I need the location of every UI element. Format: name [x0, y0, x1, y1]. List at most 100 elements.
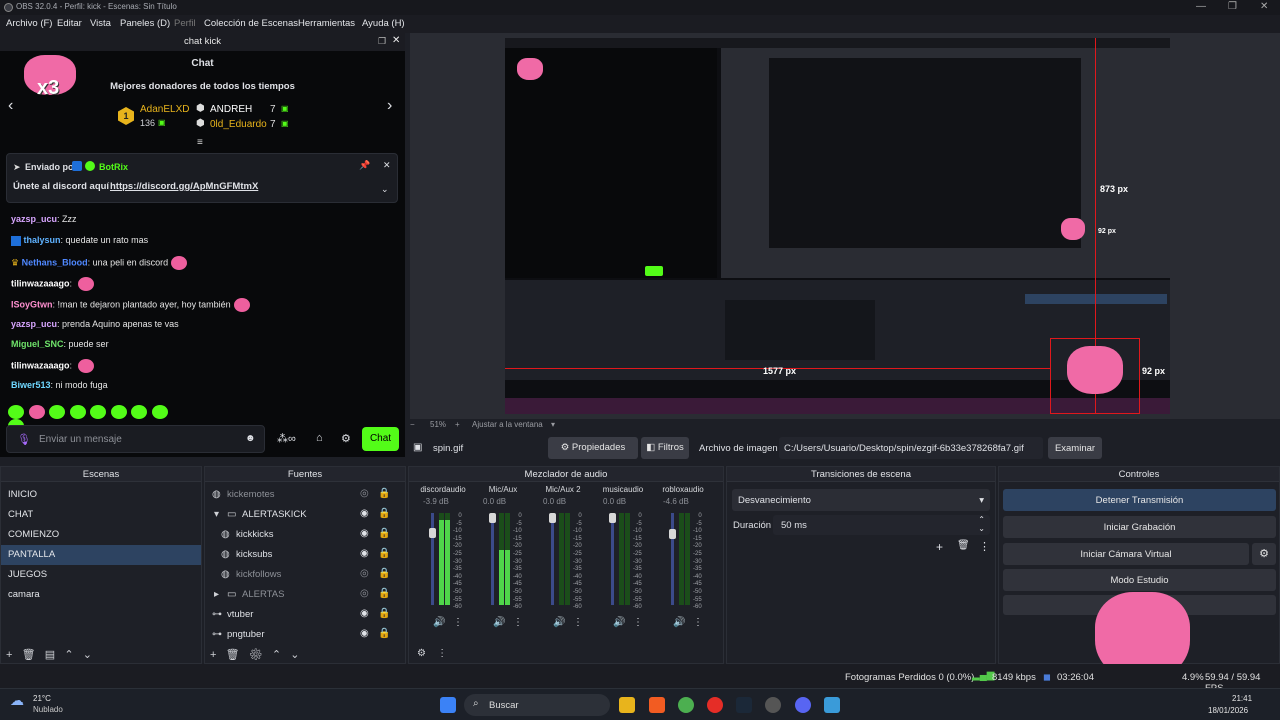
emote-icon[interactable] — [8, 405, 24, 419]
hidden-eye-icon[interactable]: ◎ — [360, 568, 369, 579]
gear-icon[interactable]: ⚙ — [249, 649, 263, 661]
pin-icon[interactable]: 📌 — [359, 160, 370, 171]
more-icon[interactable]: ⋮ — [979, 540, 990, 553]
expand-icon[interactable]: ▸ — [214, 589, 219, 600]
chat-user[interactable]: thalysun — [24, 235, 61, 245]
hidden-eye-icon[interactable]: ◎ — [360, 488, 369, 499]
scene-item-selected[interactable]: PANTALLA — [1, 545, 201, 565]
fader-knob[interactable] — [609, 513, 616, 523]
volume-fader[interactable] — [671, 513, 674, 605]
discord-icon[interactable] — [795, 697, 811, 713]
scene-item[interactable]: camara — [1, 585, 201, 605]
emote-icon[interactable] — [69, 405, 86, 419]
chat-user[interactable]: tilinwazaaago — [11, 278, 70, 288]
menu-tools[interactable]: Herramientas — [298, 18, 355, 29]
obs-icon[interactable] — [765, 697, 781, 713]
source-group[interactable]: ▾ ▭ ALERTASKICK ◉ 🔒 — [205, 505, 405, 525]
lock-icon[interactable]: 🔒 — [378, 488, 390, 499]
eye-icon[interactable]: ◉ — [360, 628, 369, 639]
next-arrow-icon[interactable]: › — [387, 97, 392, 115]
source-item[interactable]: ◍ kickemotes ◎ 🔒 — [205, 485, 405, 505]
brave-icon[interactable] — [649, 697, 665, 713]
add-icon[interactable]: + — [936, 540, 943, 554]
eye-icon[interactable]: ◉ — [360, 528, 369, 539]
scene-item[interactable]: COMIENZO — [1, 525, 201, 545]
source-item[interactable]: ◍ kickfollows ◎ 🔒 — [205, 565, 405, 585]
maximize-icon[interactable]: ❐ — [1228, 1, 1237, 12]
chat-user[interactable]: tilinwazaaago — [11, 360, 70, 370]
properties-button[interactable]: ⚙ Propiedades — [548, 437, 638, 459]
emote-icon[interactable] — [131, 405, 148, 419]
source-item[interactable]: ⊶ pngtuber ◉ 🔒 — [205, 625, 405, 645]
fader-knob[interactable] — [669, 529, 676, 540]
menu-help[interactable]: Ayuda (H) — [362, 18, 405, 29]
move-down-icon[interactable]: ⌄ — [290, 649, 299, 661]
close-pin-icon[interactable]: ✕ — [383, 160, 391, 171]
transition-select[interactable]: Desvanecimiento ▾ — [732, 489, 990, 511]
spinner-icon[interactable]: ⌃ ⌄ — [978, 515, 985, 533]
more-icon[interactable]: ⋮ — [693, 617, 703, 628]
points-icon[interactable]: ⁂∞ — [277, 432, 296, 445]
volume-fader[interactable] — [551, 513, 554, 605]
menu-profile[interactable]: Perfil — [174, 18, 196, 29]
expand-icon[interactable]: ▾ — [214, 509, 219, 520]
zoom-out-icon[interactable]: − — [410, 420, 415, 429]
search-box[interactable]: ⌕ Buscar — [464, 694, 610, 716]
duration-field[interactable]: 50 ms ⌃ ⌄ — [773, 515, 990, 535]
speaker-icon[interactable]: 🔊 — [553, 617, 565, 628]
close-dock-icon[interactable]: ✕ — [392, 35, 400, 46]
more-icon[interactable]: ⋮ — [573, 617, 583, 628]
minimize-icon[interactable]: — — [1196, 1, 1206, 12]
virtual-camera-settings-icon[interactable]: ⚙ — [1252, 543, 1276, 565]
scene-item[interactable]: INICIO — [1, 485, 201, 505]
hidden-eye-icon[interactable]: ◎ — [360, 588, 369, 599]
source-item[interactable]: ◍ kickkicks ◉ 🔒 — [205, 525, 405, 545]
filter-icon[interactable]: ▤ — [45, 649, 55, 661]
chat-send-button[interactable]: Chat — [362, 427, 399, 451]
collapse-icon[interactable]: ≡ — [197, 137, 203, 148]
source-item[interactable]: ◍ kicksubs ◉ 🔒 — [205, 545, 405, 565]
speaker-icon[interactable]: 🔊 — [613, 617, 625, 628]
close-icon[interactable]: ✕ — [1260, 1, 1268, 12]
more-icon[interactable]: ⋮ — [513, 617, 523, 628]
menu-scene-collection[interactable]: Colección de Escenas — [204, 18, 298, 29]
chat-user[interactable]: yazsp_ucu — [11, 214, 57, 224]
gear-icon[interactable]: ⚙ — [341, 432, 351, 445]
gift-icon[interactable]: ⌂ — [316, 432, 323, 444]
start-recording-button[interactable]: Iniciar Grabación — [1003, 516, 1276, 538]
more-icon[interactable]: ⋮ — [453, 617, 463, 628]
fader-knob[interactable] — [429, 527, 436, 538]
more-icon[interactable]: ⋮ — [633, 617, 643, 628]
notepad-icon[interactable] — [824, 697, 840, 713]
menu-docks[interactable]: Paneles (D) — [120, 18, 170, 29]
speaker-icon[interactable]: 🔊 — [673, 617, 685, 628]
file-path-field[interactable]: C:/Users/Usuario/Desktop/spin/ezgif-6b33… — [779, 437, 1043, 459]
pinned-link[interactable]: https://discord.gg/ApMnGFMtmX — [110, 181, 258, 192]
volume-fader[interactable] — [491, 513, 494, 605]
chat-user[interactable]: Nethans_Blood — [22, 257, 88, 267]
mic-icon[interactable]: 🎙 — [17, 433, 31, 446]
add-icon[interactable]: + — [6, 649, 12, 661]
emoji-icon[interactable]: ☻ — [245, 433, 256, 444]
menu-file[interactable]: Archivo (F) — [6, 18, 52, 29]
scene-item[interactable]: CHAT — [1, 505, 201, 525]
lock-icon[interactable]: 🔒 — [378, 568, 390, 579]
speaker-icon[interactable]: 🔊 — [433, 617, 445, 628]
source-group[interactable]: ▸ ▭ ALERTAS ◎ 🔒 — [205, 585, 405, 605]
add-icon[interactable]: + — [210, 649, 216, 661]
chat-user[interactable]: yazsp_ucu — [11, 319, 57, 329]
eye-icon[interactable]: ◉ — [360, 548, 369, 559]
prev-arrow-icon[interactable]: ‹ — [8, 97, 13, 115]
menu-view[interactable]: Vista — [90, 18, 111, 29]
lock-icon[interactable]: 🔒 — [378, 588, 390, 599]
advanced-audio-icon[interactable]: ⚙ — [417, 648, 426, 659]
move-down-icon[interactable]: ⌄ — [83, 649, 92, 661]
lock-icon[interactable]: 🔒 — [378, 608, 390, 619]
file-explorer-icon[interactable] — [619, 697, 635, 713]
start-virtual-camera-button[interactable]: Iniciar Cámara Virtual — [1003, 543, 1249, 565]
stop-streaming-button[interactable]: Detener Transmisión — [1003, 489, 1276, 511]
zoom-in-icon[interactable]: + — [455, 420, 460, 429]
studio-mode-button[interactable]: Modo Estudio — [1003, 569, 1276, 591]
chat-user[interactable]: Miguel_SNC — [11, 339, 64, 349]
eye-icon[interactable]: ◉ — [360, 508, 369, 519]
